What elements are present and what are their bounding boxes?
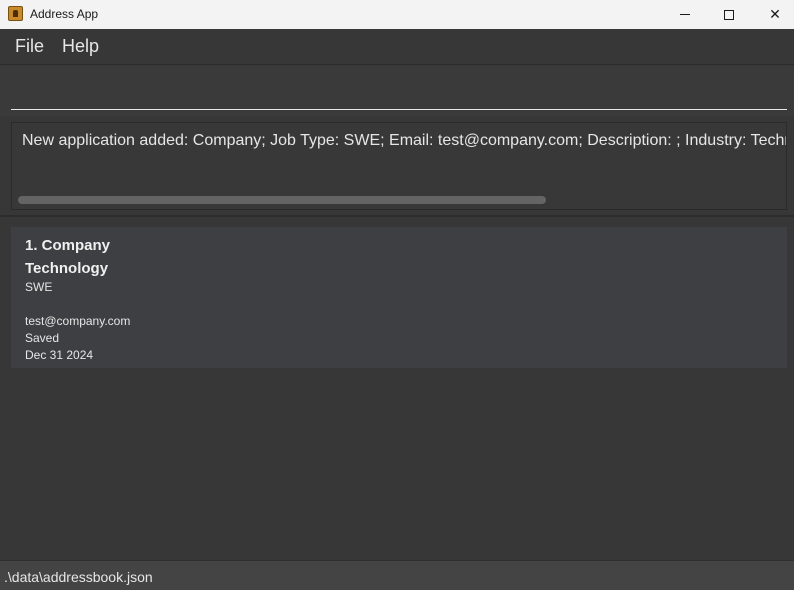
- menu-file[interactable]: File: [6, 29, 53, 65]
- application-deadline: Dec 31 2024: [25, 348, 94, 362]
- application-title: 1. Company: [25, 237, 111, 254]
- minimize-icon: [680, 14, 690, 15]
- title-bar: Address App ✕: [0, 0, 794, 29]
- application-card[interactable]: 1. Company Technology SWE test@company.c…: [11, 227, 787, 368]
- application-email: test@company.com: [25, 314, 131, 328]
- application-job-type: SWE: [25, 280, 53, 294]
- application-industry: Technology: [25, 260, 109, 277]
- app-book-icon: [8, 6, 23, 21]
- application-status: Saved: [25, 331, 60, 345]
- result-display[interactable]: New application added: Company; Job Type…: [11, 122, 787, 210]
- result-message: New application added: Company; Job Type…: [22, 132, 787, 149]
- save-location-path: .\data\addressbook.json: [4, 569, 153, 585]
- horizontal-scrollbar-thumb[interactable]: [18, 196, 546, 204]
- menu-help[interactable]: Help: [53, 29, 108, 65]
- app-window: Address App ✕ File Help New application …: [0, 0, 794, 590]
- command-box: [0, 66, 794, 116]
- status-bar: .\data\addressbook.json: [0, 560, 794, 590]
- application-list: 1. Company Technology SWE test@company.c…: [0, 217, 794, 560]
- maximize-button[interactable]: [706, 0, 752, 29]
- maximize-icon: [724, 9, 734, 20]
- minimize-button[interactable]: [662, 0, 708, 29]
- close-icon: ✕: [769, 6, 781, 22]
- window-title: Address App: [30, 7, 99, 21]
- command-input[interactable]: [11, 74, 787, 110]
- menu-bar: File Help: [0, 29, 794, 65]
- close-button[interactable]: ✕: [752, 0, 794, 29]
